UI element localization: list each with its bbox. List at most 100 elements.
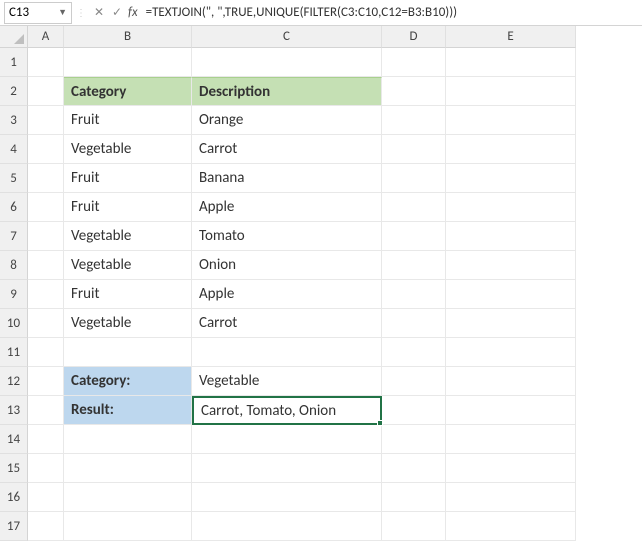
cell-blank[interactable] — [28, 135, 64, 164]
table-row[interactable]: Onion — [192, 251, 382, 280]
cell-blank[interactable] — [446, 106, 576, 135]
cell-blank[interactable] — [446, 135, 576, 164]
row-header-10[interactable]: 10 — [0, 309, 28, 338]
filter-category-label[interactable]: Category: — [64, 367, 192, 396]
cell-blank[interactable] — [64, 454, 192, 483]
cell-blank[interactable] — [28, 222, 64, 251]
cell-blank[interactable] — [446, 396, 576, 425]
cell-blank[interactable] — [446, 77, 576, 106]
row-header-14[interactable]: 14 — [0, 425, 28, 454]
cell-blank[interactable] — [382, 48, 446, 77]
cell-blank[interactable] — [382, 454, 446, 483]
row-header-3[interactable]: 3 — [0, 106, 28, 135]
row-header-2[interactable]: 2 — [0, 77, 28, 106]
name-box[interactable]: C13 ▼ — [4, 2, 72, 24]
cell-blank[interactable] — [446, 193, 576, 222]
row-header-17[interactable]: 17 — [0, 512, 28, 541]
cancel-icon[interactable]: ✕ — [90, 4, 108, 22]
col-header-D[interactable]: D — [382, 26, 446, 48]
cell-blank[interactable] — [446, 309, 576, 338]
table-row[interactable]: Tomato — [192, 222, 382, 251]
cell-blank[interactable] — [64, 425, 192, 454]
cell-blank[interactable] — [446, 222, 576, 251]
cells-area[interactable]: CategoryDescriptionFruitOrangeVegetableC… — [28, 48, 642, 541]
table-row[interactable]: Fruit — [64, 106, 192, 135]
col-header-A[interactable]: A — [28, 26, 64, 48]
chevron-down-icon[interactable]: ▼ — [58, 7, 67, 18]
row-header-6[interactable]: 6 — [0, 193, 28, 222]
formula-input[interactable] — [142, 2, 638, 24]
cell-blank[interactable] — [382, 512, 446, 541]
cell-blank[interactable] — [28, 193, 64, 222]
fill-handle[interactable] — [377, 420, 383, 426]
cell-blank[interactable] — [382, 251, 446, 280]
table-row[interactable]: Apple — [192, 193, 382, 222]
row-header-7[interactable]: 7 — [0, 222, 28, 251]
row-header-13[interactable]: 13 — [0, 396, 28, 425]
cell-blank[interactable] — [382, 193, 446, 222]
table-row[interactable]: Banana — [192, 164, 382, 193]
cell-blank[interactable] — [382, 425, 446, 454]
cell-blank[interactable] — [28, 48, 64, 77]
table-header-description[interactable]: Description — [192, 77, 382, 106]
row-header-12[interactable]: 12 — [0, 367, 28, 396]
table-row[interactable]: Apple — [192, 280, 382, 309]
cell-blank[interactable] — [28, 309, 64, 338]
cell-blank[interactable] — [382, 309, 446, 338]
active-cell[interactable]: Carrot, Tomato, Onion — [192, 396, 382, 425]
cell-blank[interactable] — [446, 454, 576, 483]
cell-blank[interactable] — [382, 222, 446, 251]
table-row[interactable]: Orange — [192, 106, 382, 135]
row-header-8[interactable]: 8 — [0, 251, 28, 280]
cell-blank[interactable] — [64, 338, 192, 367]
cell-blank[interactable] — [64, 48, 192, 77]
row-header-1[interactable]: 1 — [0, 48, 28, 77]
table-row[interactable]: Vegetable — [64, 251, 192, 280]
row-header-5[interactable]: 5 — [0, 164, 28, 193]
table-row[interactable]: Fruit — [64, 280, 192, 309]
cell-blank[interactable] — [382, 77, 446, 106]
cell-blank[interactable] — [382, 338, 446, 367]
row-header-9[interactable]: 9 — [0, 280, 28, 309]
cell-blank[interactable] — [382, 135, 446, 164]
cell-blank[interactable] — [192, 425, 382, 454]
cell-blank[interactable] — [28, 367, 64, 396]
col-header-B[interactable]: B — [64, 26, 192, 48]
col-header-C[interactable]: C — [192, 26, 382, 48]
filter-result-label[interactable]: Result: — [64, 396, 192, 425]
cell-blank[interactable] — [28, 483, 64, 512]
cell-blank[interactable] — [28, 338, 64, 367]
cell-blank[interactable] — [446, 425, 576, 454]
confirm-icon[interactable]: ✓ — [108, 4, 126, 22]
cell-blank[interactable] — [446, 512, 576, 541]
select-all-corner[interactable] — [0, 26, 28, 48]
cell-blank[interactable] — [446, 483, 576, 512]
cell-blank[interactable] — [28, 106, 64, 135]
table-row[interactable]: Vegetable — [64, 222, 192, 251]
table-row[interactable]: Fruit — [64, 164, 192, 193]
cell-blank[interactable] — [28, 425, 64, 454]
cell-blank[interactable] — [28, 454, 64, 483]
cell-blank[interactable] — [192, 454, 382, 483]
cell-blank[interactable] — [446, 164, 576, 193]
cell-blank[interactable] — [192, 338, 382, 367]
cell-blank[interactable] — [382, 367, 446, 396]
cell-blank[interactable] — [28, 164, 64, 193]
table-row[interactable]: Vegetable — [64, 309, 192, 338]
cell-blank[interactable] — [192, 512, 382, 541]
row-header-16[interactable]: 16 — [0, 483, 28, 512]
cell-blank[interactable] — [28, 280, 64, 309]
fx-icon[interactable]: fx — [128, 5, 138, 20]
cell-blank[interactable] — [64, 512, 192, 541]
cell-blank[interactable] — [382, 106, 446, 135]
cell-blank[interactable] — [446, 367, 576, 396]
row-header-15[interactable]: 15 — [0, 454, 28, 483]
cell-blank[interactable] — [382, 280, 446, 309]
col-header-E[interactable]: E — [446, 26, 576, 48]
table-row[interactable]: Carrot — [192, 135, 382, 164]
table-row[interactable]: Fruit — [64, 193, 192, 222]
cell-blank[interactable] — [64, 483, 192, 512]
cell-blank[interactable] — [192, 483, 382, 512]
cell-blank[interactable] — [446, 48, 576, 77]
cell-blank[interactable] — [28, 396, 64, 425]
